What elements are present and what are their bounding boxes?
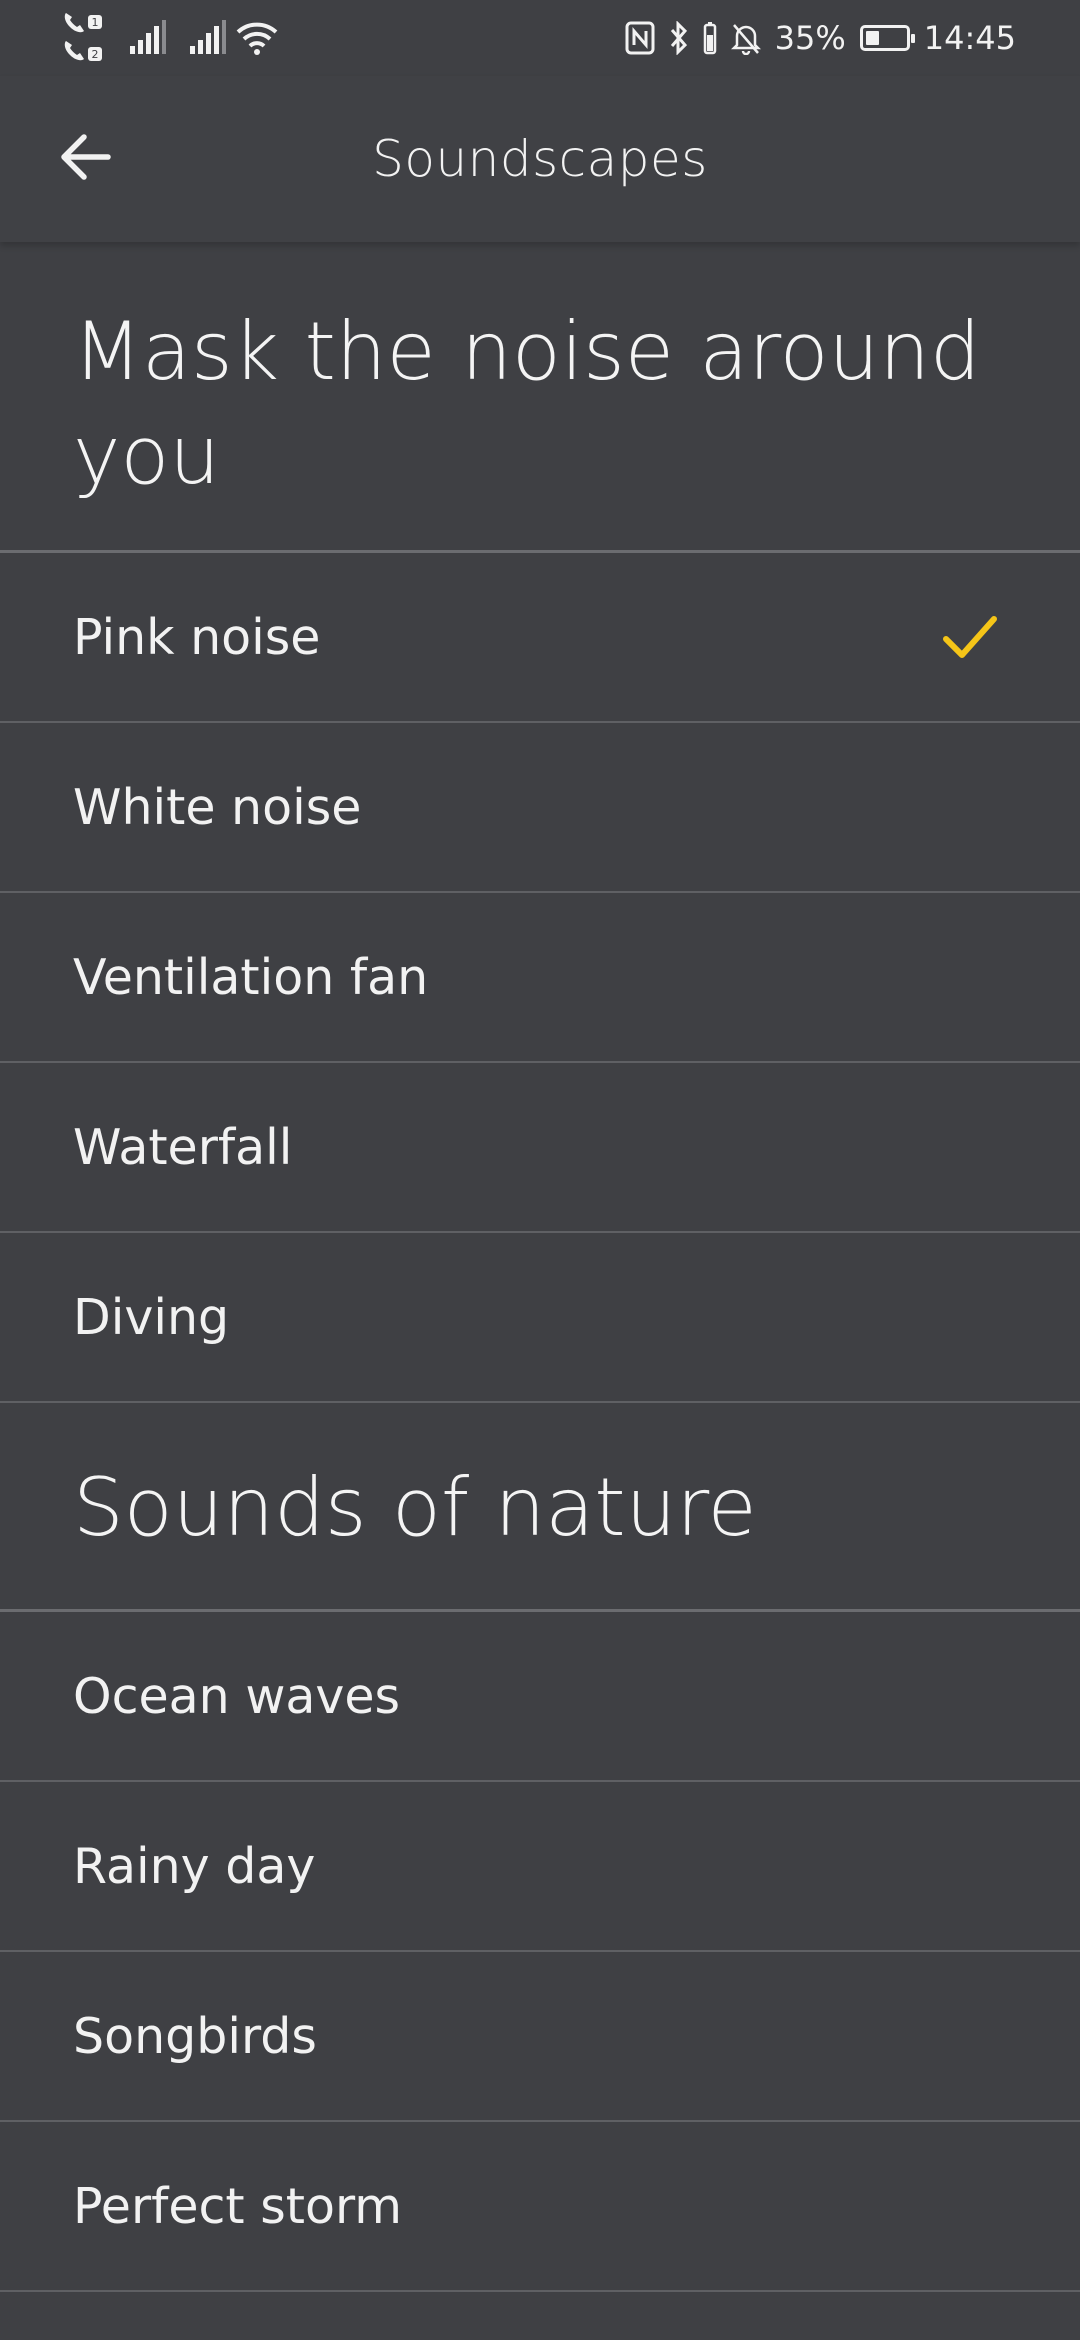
checkmark-icon [943,616,997,658]
svg-text:2: 2 [92,48,99,61]
wifi-call-sim1-icon: 1 2 [60,9,106,67]
soundscape-item-label: Ocean waves [73,1667,401,1725]
page-title: Soundscapes [372,130,708,188]
mute-icon [730,21,761,55]
app-header: Soundscapes [0,76,1080,242]
soundscape-item[interactable]: Ocean waves [0,1612,1080,1782]
wifi-icon [236,20,278,56]
soundscape-item-label: Rainy day [73,1837,316,1895]
soundscape-item-label: Pink noise [73,608,321,666]
arrow-left-icon [61,134,111,180]
soundscape-item[interactable]: White noise [0,723,1080,893]
status-bar-right: 35% 14:45 [625,8,1016,68]
battery-percent: 35% [774,19,846,57]
status-bar: 1 2 35% 14:45 [0,0,1080,76]
battery-icon [859,25,915,51]
clock: 14:45 [923,19,1016,57]
bluetooth-icon [669,21,689,55]
status-bar-left: 1 2 [60,8,278,68]
section-heading: Sounds of nature [0,1403,1080,1612]
soundscape-item-label: Songbirds [73,2007,317,2065]
soundscape-item[interactable]: Perfect storm [0,2122,1080,2292]
section-heading: Mask the noise around you [0,242,1080,553]
battery-level-fill [865,31,879,45]
soundscape-item-label: Perfect storm [73,2177,402,2235]
soundscape-item[interactable]: Rainy day [0,1782,1080,1952]
soundscape-item[interactable]: Pink noise [0,553,1080,723]
back-button[interactable] [40,112,130,202]
soundscape-item-label: Diving [73,1288,230,1346]
soundscape-item-label: Ventilation fan [73,948,429,1006]
soundscape-item[interactable]: Diving [0,1233,1080,1403]
soundscapes-screen: 1 2 35% 14:45 Soundscapes Mask the noise… [0,0,1080,2340]
soundscape-item[interactable]: Ventilation fan [0,893,1080,1063]
soundscape-item[interactable]: Waterfall [0,1063,1080,1233]
soundscape-list: Mask the noise around you Pink noise White… [0,242,1080,2292]
battery-saver-icon [703,21,717,55]
signal-sim1-icon [128,20,168,56]
nfc-icon [625,21,655,55]
signal-sim2-icon [188,20,228,56]
svg-text:1: 1 [92,16,99,29]
soundscape-item-label: White noise [73,778,362,836]
soundscape-item[interactable]: Songbirds [0,1952,1080,2122]
soundscape-item-label: Waterfall [73,1118,293,1176]
